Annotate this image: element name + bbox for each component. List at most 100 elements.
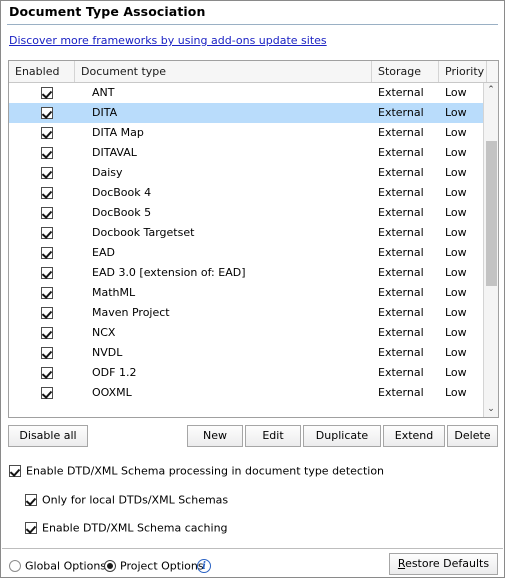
row-enabled-checkbox[interactable] [41,367,53,379]
row-storage: External [378,186,424,199]
row-enabled-checkbox[interactable] [41,167,53,179]
row-enabled-cell[interactable] [9,103,75,123]
table-row[interactable]: MathML External Low [9,283,483,303]
row-enabled-checkbox[interactable] [41,387,53,399]
row-enabled-checkbox[interactable] [41,107,53,119]
table-row[interactable] [9,403,483,417]
row-enabled-cell[interactable] [9,403,75,417]
radio-global-options[interactable]: Global Options [9,559,106,573]
new-button[interactable]: New [187,425,243,447]
row-storage: External [378,306,424,319]
row-enabled-cell[interactable] [9,123,75,143]
row-storage: External [378,206,424,219]
row-enabled-cell[interactable] [9,223,75,243]
table-row[interactable]: DITA Map External Low [9,123,483,143]
row-enabled-cell[interactable] [9,343,75,363]
radio-label-global: Global Options [25,559,107,573]
row-enabled-cell[interactable] [9,303,75,323]
table-row[interactable]: ODF 1.2 External Low [9,363,483,383]
restore-defaults-button[interactable]: Restore Defaults [389,553,498,575]
row-enabled-cell[interactable] [9,323,75,343]
option-label: Only for local DTDs/XML Schemas [42,493,229,507]
row-priority: Low [445,86,467,99]
table-row[interactable]: Daisy External Low [9,163,483,183]
row-enabled-checkbox[interactable] [41,307,53,319]
row-storage: External [378,86,424,99]
row-storage: External [378,126,424,139]
extend-button[interactable]: Extend [383,425,445,447]
row-enabled-cell[interactable] [9,363,75,383]
row-enabled-checkbox[interactable] [41,187,53,199]
radio-project-options[interactable]: Project Options [104,559,204,573]
row-priority: Low [445,186,467,199]
table-row[interactable]: Maven Project External Low [9,303,483,323]
discover-frameworks-link[interactable]: Discover more frameworks by using add-on… [9,34,327,47]
row-enabled-checkbox[interactable] [41,127,53,139]
scroll-up-arrow-icon[interactable]: ⌃ [484,83,498,98]
row-enabled-cell[interactable] [9,263,75,283]
edit-button[interactable]: Edit [245,425,301,447]
radio-button-project[interactable] [104,560,116,572]
row-enabled-cell[interactable] [9,283,75,303]
table-row[interactable]: DITAVAL External Low [9,143,483,163]
table-row[interactable]: DITA External Low [9,103,483,123]
checkbox-enable-dtd-processing[interactable] [9,465,21,477]
row-document-type: MathML [92,286,136,299]
delete-button[interactable]: Delete [447,425,498,447]
scrollbar-thumb[interactable] [486,141,497,286]
table-row[interactable]: ANT External Low [9,83,483,103]
row-enabled-checkbox[interactable] [41,227,53,239]
table-row[interactable]: OOXML External Low [9,383,483,403]
row-enabled-checkbox[interactable] [41,87,53,99]
column-header-enabled[interactable]: Enabled [9,61,75,82]
restore-defaults-label: estore Defaults [405,557,490,570]
row-enabled-cell[interactable] [9,143,75,163]
title-area: Document Type Association [1,1,504,27]
row-priority: Low [445,366,467,379]
row-document-type [75,403,372,417]
row-enabled-checkbox[interactable] [41,247,53,259]
disable-all-button[interactable]: Disable all [8,425,88,447]
row-enabled-checkbox[interactable] [41,327,53,339]
row-enabled-checkbox[interactable] [41,267,53,279]
duplicate-button[interactable]: Duplicate [303,425,381,447]
table-row[interactable]: NCX External Low [9,323,483,343]
row-enabled-cell[interactable] [9,243,75,263]
row-document-type: DocBook 4 [92,186,152,199]
column-header-priority[interactable]: Priority [439,61,487,82]
row-enabled-cell[interactable] [9,163,75,183]
option-enable-dtd-caching[interactable]: Enable DTD/XML Schema caching [25,521,228,535]
table-row[interactable]: DocBook 5 External Low [9,203,483,223]
checkbox-only-local-dtds[interactable] [25,494,37,506]
info-icon[interactable]: i [197,559,211,573]
row-enabled-cell[interactable] [9,183,75,203]
row-document-type: Docbook Targetset [92,226,195,239]
row-priority: Low [445,166,467,179]
table-row[interactable]: DocBook 4 External Low [9,183,483,203]
scroll-down-arrow-icon[interactable]: ⌄ [484,402,498,417]
row-enabled-cell[interactable] [9,83,75,103]
column-header-document-type[interactable]: Document type [75,61,372,82]
column-header-spacer [487,61,498,82]
checkbox-enable-dtd-caching[interactable] [25,522,37,534]
row-enabled-checkbox[interactable] [41,207,53,219]
radio-button-global[interactable] [9,560,21,572]
row-enabled-cell[interactable] [9,203,75,223]
table-row[interactable]: EAD 3.0 [extension of: EAD] External Low [9,263,483,283]
row-enabled-checkbox[interactable] [41,287,53,299]
row-enabled-cell[interactable] [9,383,75,403]
table-row[interactable]: NVDL External Low [9,343,483,363]
row-document-type: EAD 3.0 [extension of: EAD] [92,266,246,279]
row-priority: Low [445,226,467,239]
table-vertical-scrollbar[interactable]: ⌃ ⌄ [483,83,498,417]
table-row[interactable]: EAD External Low [9,243,483,263]
option-label: Enable DTD/XML Schema caching [42,521,228,535]
option-only-local-dtds[interactable]: Only for local DTDs/XML Schemas [25,493,228,507]
option-enable-dtd-processing[interactable]: Enable DTD/XML Schema processing in docu… [9,464,384,478]
row-enabled-checkbox[interactable] [41,347,53,359]
document-type-association-panel: Document Type Association Discover more … [0,0,505,578]
row-enabled-checkbox[interactable] [41,147,53,159]
table-row[interactable]: Docbook Targetset External Low [9,223,483,243]
column-header-storage[interactable]: Storage [372,61,439,82]
row-storage: External [378,346,424,359]
